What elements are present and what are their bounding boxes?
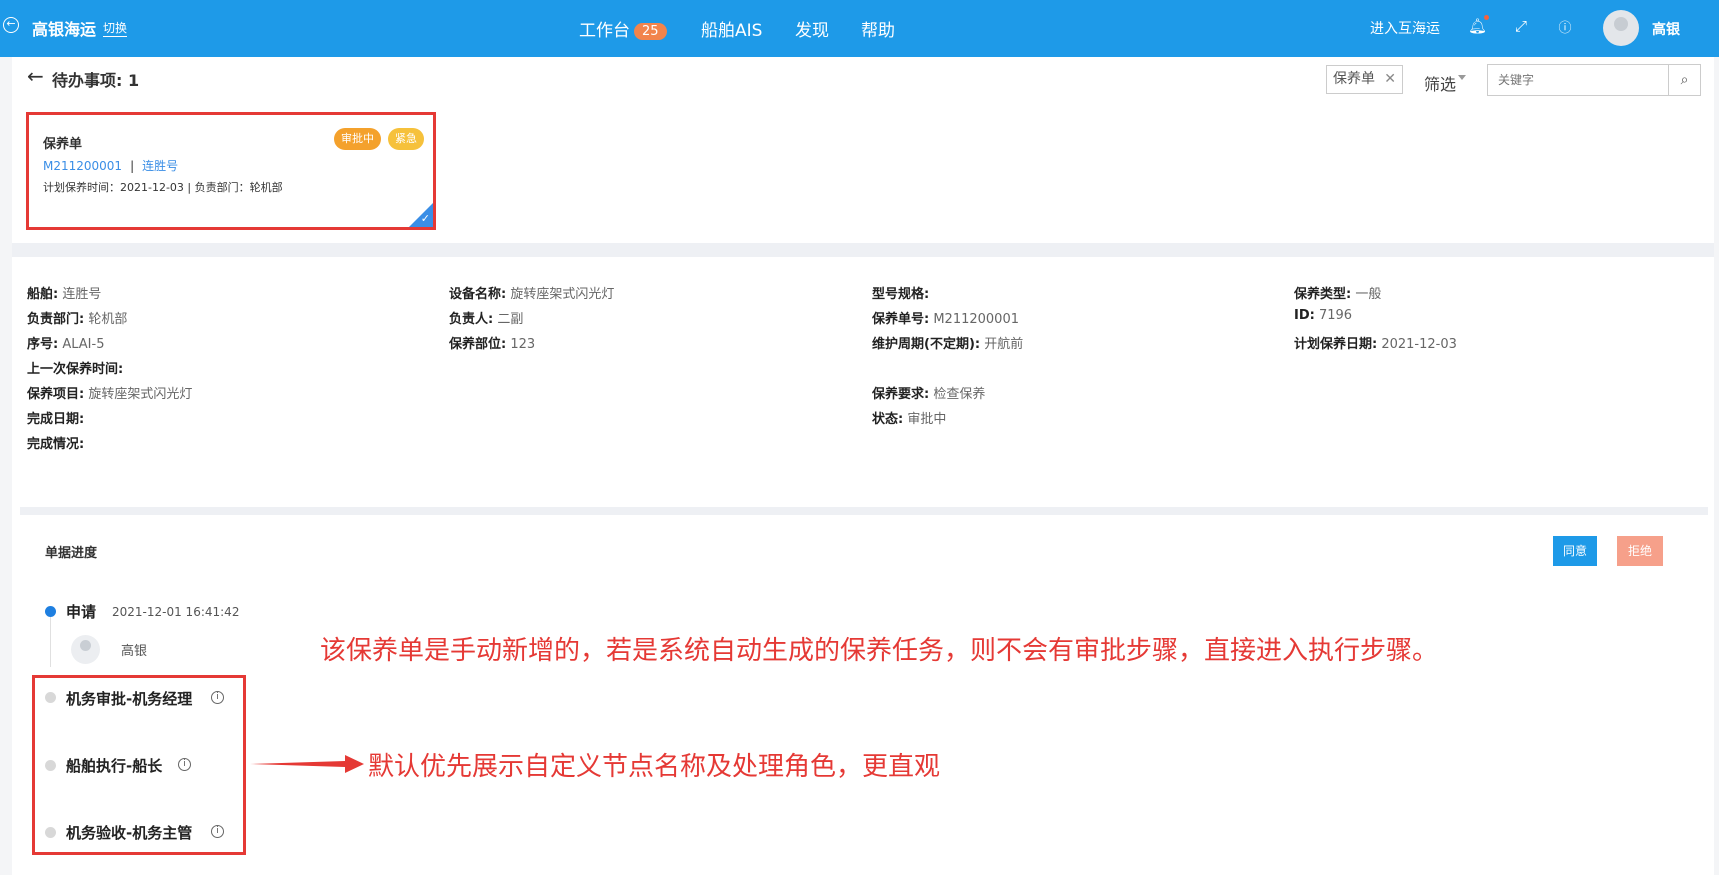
todo-title: 待办事项: 1 [52,71,140,90]
filter-dropdown[interactable]: 筛选 [1424,71,1456,95]
filter-tag-label: 保养单 [1333,71,1375,87]
timeline-line [50,617,51,667]
arrow-annotation [250,755,364,773]
back-arrow-icon[interactable]: ← [27,64,44,88]
nav-discover[interactable]: 发现 [795,16,829,41]
card-links: M211200001 | 连胜号 [43,159,179,173]
annotation-note-1: 该保养单是手动新增的，若是系统自动生成的保养任务，则不会有审批步骤，直接进入执行… [320,636,1439,666]
detail-equipment-name: 设备名称: 旋转座架式闪光灯 [449,287,615,302]
nav-ship-ais[interactable]: 船舶AIS [701,16,762,41]
user-name[interactable]: 高银 [1652,19,1680,39]
detail-person-in-charge: 负责人: 二副 [449,312,524,327]
section-divider [12,243,1714,257]
detail-last-maintenance: 上一次保养时间: [27,362,124,377]
annotation-note-2: 默认优先展示自定义节点名称及处理角色，更直观 [368,752,941,782]
reject-button[interactable]: 拒绝 [1617,536,1663,566]
nav-workbench-label: 工作台 [579,21,630,41]
detail-department: 负责部门: 轮机部 [27,312,128,327]
order-number-link[interactable]: M211200001 [43,159,122,173]
check-icon: ✓ [420,212,430,225]
detail-serial: 序号: ALAI-5 [27,337,105,352]
detail-planned-date: 计划保养日期: 2021-12-03 [1294,337,1457,352]
step-apply-time: 2021-12-01 16:41:42 [112,605,240,619]
detail-id: ID: 7196 [1294,308,1353,323]
card-meta: 计划保养时间：2021-12-03 | 负责部门：轮机部 [43,181,283,194]
ship-link[interactable]: 连胜号 [142,159,178,173]
card-title: 保养单 [43,137,83,152]
search-icon[interactable]: ⌕ [1669,64,1701,96]
nav-help[interactable]: 帮助 [861,16,895,41]
user-avatar[interactable] [1603,10,1639,46]
detail-model-spec: 型号规格: [872,287,930,302]
step-apply-user: 高银 [121,644,148,659]
agree-button[interactable]: 同意 [1553,536,1597,566]
detail-status: 状态: 审批中 [872,412,947,427]
highlight-box [32,675,246,855]
detail-maintenance-cycle: 维护周期(不定期): 开航前 [872,337,1024,352]
back-circle-icon[interactable]: ← [3,17,19,33]
chevron-down-icon[interactable] [1458,75,1466,80]
avatar [71,635,100,664]
priority-badge: 紧急 [388,128,424,150]
fullscreen-icon[interactable]: ⤢ [1512,17,1530,35]
detail-completion-status: 完成情况: [27,437,85,452]
maintenance-card[interactable]: 保养单 审批中 紧急 M211200001 | 连胜号 计划保养时间：2021-12… [26,112,436,230]
right-gutter [1714,57,1719,875]
left-gutter [0,57,12,875]
workbench-count-badge: 25 [634,22,667,40]
bell-icon[interactable]: 🔔︎ [1468,17,1487,35]
close-icon[interactable]: ✕ [1384,66,1396,93]
timeline-dot-active [45,606,56,617]
detail-maintenance-type: 保养类型: 一般 [1294,287,1382,302]
nav-workbench[interactable]: 工作台 25 [579,16,667,41]
detail-maintenance-part: 保养部位: 123 [449,337,536,352]
status-badge: 审批中 [334,128,381,150]
detail-ship: 船舶: 连胜号 [27,287,102,302]
filter-tag[interactable]: 保养单 ✕ [1326,65,1403,94]
progress-title: 单据进度 [45,546,98,561]
detail-maintenance-requirement: 保养要求: 检查保养 [872,387,986,402]
detail-completion-date: 完成日期: [27,412,85,427]
notification-dot [1484,15,1489,20]
switch-link[interactable]: 切换 [103,19,128,37]
detail-order-number: 保养单号: M211200001 [872,312,1019,327]
top-navigation-bar: ← 高银海运 切换 工作台 25 船舶AIS 发现 帮助 进入互海运 🔔︎ ⤢ ⓘ… [0,0,1719,57]
help-icon[interactable]: ⓘ [1556,17,1574,36]
brand-name: 高银海运 [32,20,97,39]
enter-huhaiyun-link[interactable]: 进入互海运 [1370,18,1440,38]
detail-maintenance-item: 保养项目: 旋转座架式闪光灯 [27,387,193,402]
section-divider-2 [20,507,1708,515]
step-apply: 申请 [66,603,97,621]
search-input[interactable] [1487,64,1669,96]
